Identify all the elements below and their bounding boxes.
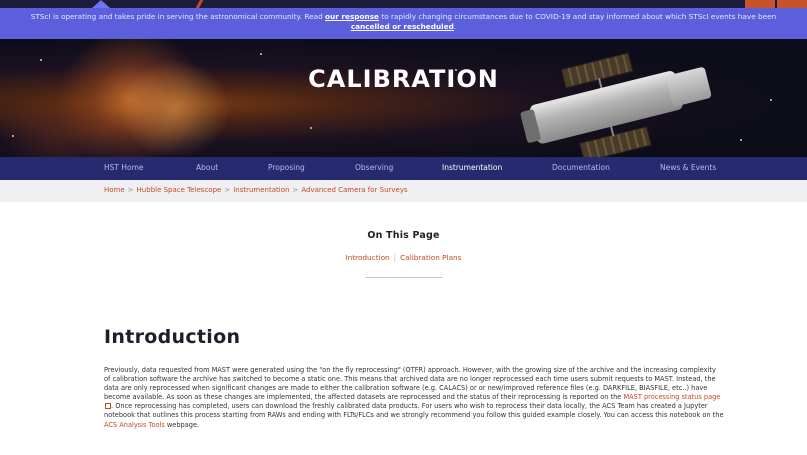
introduction-heading: Introduction (104, 326, 241, 348)
nav-item-hst-home[interactable]: HST Home (104, 157, 144, 180)
nav-item-about[interactable]: About (196, 157, 218, 180)
alert-text-after: . (453, 22, 457, 31)
main-navigation: HST Home About Proposing Observing Instr… (0, 157, 807, 180)
hero-banner: CALIBRATION (0, 39, 807, 157)
toc-link-calibration-plans[interactable]: Calibration Plans (400, 253, 461, 262)
nav-item-news-events[interactable]: News & Events (660, 157, 716, 180)
acs-analysis-tools-link[interactable]: ACS Analysis Tools (104, 421, 165, 429)
on-this-page-links: Introduction | Calibration Plans (345, 253, 462, 262)
breadcrumb-instrumentation[interactable]: Instrumentation (233, 186, 289, 194)
breadcrumb-hubble[interactable]: Hubble Space Telescope (137, 186, 222, 194)
introduction-paragraph: Previously, data requested from MAST wer… (104, 366, 724, 429)
triangle-decoration (92, 0, 110, 8)
on-this-page-heading: On This Page (367, 230, 440, 241)
nav-item-documentation[interactable]: Documentation (552, 157, 610, 180)
breadcrumb-acs[interactable]: Advanced Camera for Surveys (301, 186, 407, 194)
breadcrumb: Home > Hubble Space Telescope > Instrumentat… (104, 186, 408, 194)
toc-link-introduction[interactable]: Introduction (345, 253, 389, 262)
on-this-page: On This Page Introduction | Calibration Pl… (0, 230, 807, 278)
our-response-link[interactable]: our response (325, 12, 379, 21)
hubble-telescope-image (491, 39, 738, 157)
top-strip (0, 0, 807, 11)
divider (364, 277, 443, 278)
covid-alert-banner: STScI is operating and takes pride in se… (0, 8, 807, 39)
nav-item-instrumentation[interactable]: Instrumentation (442, 157, 502, 180)
cancelled-rescheduled-link[interactable]: cancelled or rescheduled (351, 22, 454, 31)
page-hero-title: CALIBRATION (308, 65, 499, 93)
breadcrumb-home[interactable]: Home (104, 186, 125, 194)
alert-text-before: STScI is operating and takes pride in se… (30, 12, 326, 21)
nav-item-observing[interactable]: Observing (355, 157, 393, 180)
breadcrumb-bar: Home > Hubble Space Telescope > Instrumentat… (0, 180, 807, 202)
mast-status-link[interactable]: MAST processing status page (623, 393, 720, 401)
nav-item-proposing[interactable]: Proposing (268, 157, 305, 180)
alert-text-middle: to rapidly changing circumstances due to… (379, 12, 777, 21)
